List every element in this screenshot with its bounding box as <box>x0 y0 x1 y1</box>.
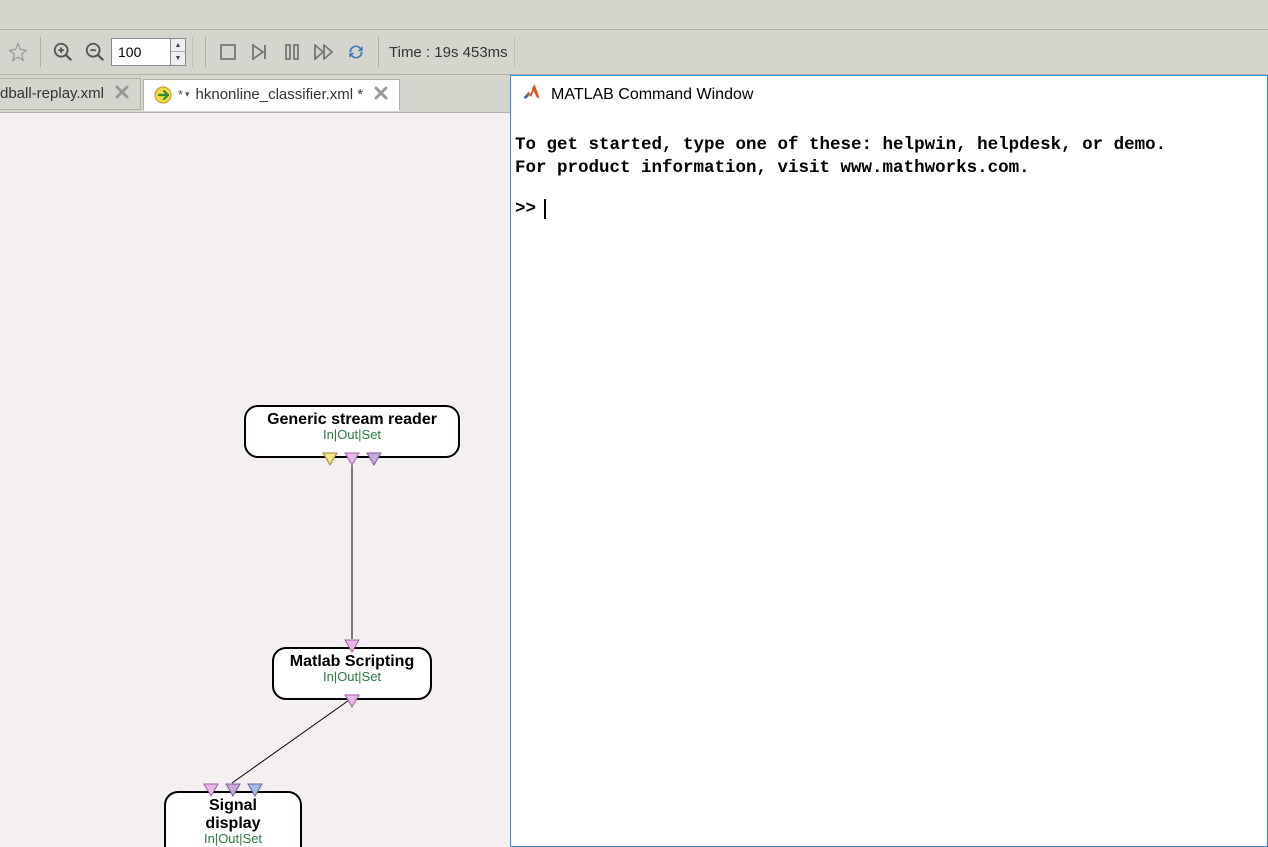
port-set-icon[interactable] <box>366 452 382 466</box>
node-ports: In|Out|Set <box>288 669 416 684</box>
zoom-in-icon[interactable] <box>48 37 78 67</box>
node-ports: In|Out|Set <box>260 427 444 442</box>
tab-dball-replay[interactable]: dball-replay.xml <box>0 78 141 110</box>
fast-forward-icon[interactable] <box>309 37 339 67</box>
zoom-out-icon[interactable] <box>80 37 110 67</box>
stop-icon[interactable] <box>213 37 243 67</box>
node-matlab-scripting[interactable]: Matlab Scripting In|Out|Set <box>272 647 432 700</box>
main-toolbar: ▲ ▼ Time : 19s 453ms <box>0 30 1268 75</box>
input-port[interactable] <box>344 639 360 656</box>
designer-canvas[interactable]: Generic stream reader In|Out|Set Matlab … <box>0 113 510 847</box>
chevron-down-icon[interactable]: ▾ <box>185 89 190 100</box>
top-spacer <box>0 0 1268 30</box>
close-icon[interactable] <box>373 85 389 104</box>
console-prompt: >> <box>515 198 536 221</box>
matlab-titlebar[interactable]: MATLAB Command Window <box>511 76 1267 114</box>
node-title: Signal display <box>180 797 286 833</box>
input-ports <box>203 783 263 797</box>
tab-label: hknonline_classifier.xml * <box>196 86 364 103</box>
pause-icon[interactable] <box>277 37 307 67</box>
zoom-spinner[interactable]: ▲ ▼ <box>171 38 186 66</box>
port-in-icon[interactable] <box>322 452 338 466</box>
spinner-down-icon[interactable]: ▼ <box>171 52 185 65</box>
zoom-input[interactable] <box>111 38 171 66</box>
step-forward-icon[interactable] <box>245 37 275 67</box>
matlab-title: MATLAB Command Window <box>551 86 753 104</box>
tab-hknonline-classifier[interactable]: * ▾ hknonline_classifier.xml * <box>143 79 400 111</box>
tab-label: dball-replay.xml <box>0 85 104 102</box>
matlab-logo-icon <box>521 83 541 108</box>
port-in-icon[interactable] <box>247 783 263 797</box>
star-icon[interactable] <box>3 37 33 67</box>
port-out-icon[interactable] <box>344 694 360 708</box>
node-signal-display[interactable]: Signal display In|Out|Set <box>164 791 302 847</box>
port-in-icon[interactable] <box>225 783 241 797</box>
text-cursor <box>544 199 546 219</box>
node-ports: In|Out|Set <box>180 831 286 846</box>
output-ports <box>344 694 360 708</box>
port-in-icon[interactable] <box>203 783 219 797</box>
run-arrow-icon <box>154 86 172 104</box>
modified-marker: * <box>178 87 183 102</box>
matlab-command-window[interactable]: MATLAB Command Window To get started, ty… <box>510 75 1268 847</box>
console-line-1: To get started, type one of these: helpw… <box>515 135 1166 155</box>
refresh-icon[interactable] <box>341 37 371 67</box>
output-ports <box>322 452 382 466</box>
matlab-console[interactable]: To get started, type one of these: helpw… <box>511 114 1267 220</box>
time-label: Time : 19s 453ms <box>389 44 508 61</box>
console-line-2: For product information, visit www.mathw… <box>515 158 1030 178</box>
node-generic-stream-reader[interactable]: Generic stream reader In|Out|Set <box>244 405 460 458</box>
close-icon[interactable] <box>114 84 130 103</box>
port-out-icon[interactable] <box>344 452 360 466</box>
edge-connections <box>0 113 510 847</box>
spinner-up-icon[interactable]: ▲ <box>171 39 185 52</box>
